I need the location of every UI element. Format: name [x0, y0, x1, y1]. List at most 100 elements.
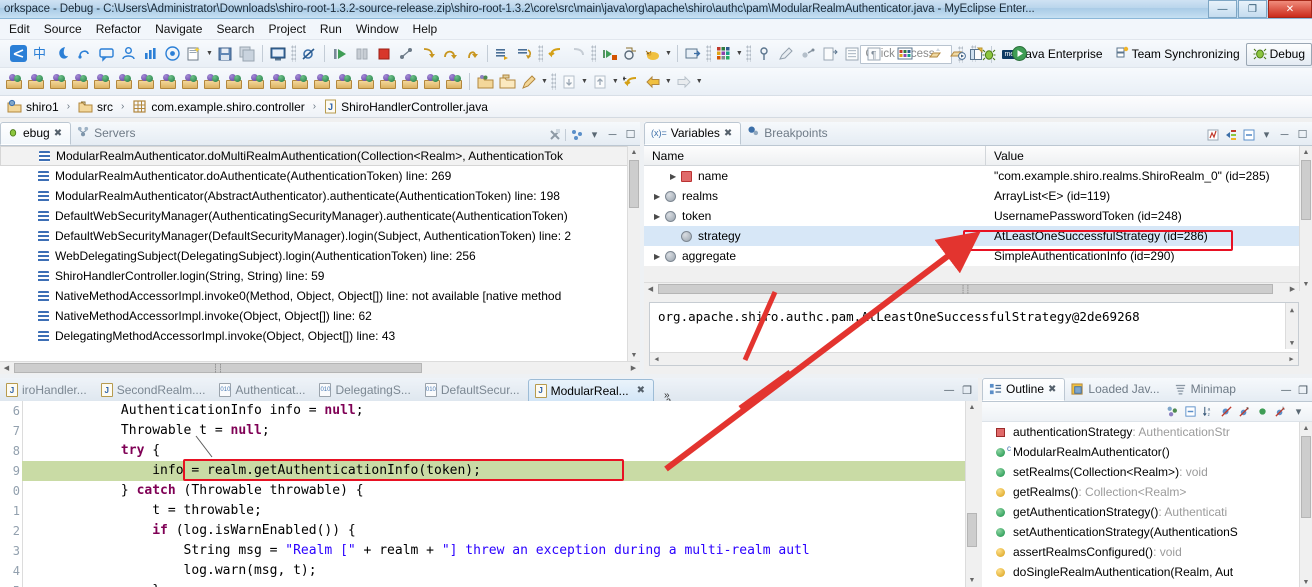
outline-item[interactable]: setAuthenticationStrategy(Authentication… — [982, 522, 1312, 542]
bean-icon[interactable] — [334, 72, 354, 92]
scroll-down-arrow[interactable]: ▼ — [1300, 576, 1312, 587]
collapse-icon[interactable] — [1241, 127, 1256, 142]
column-header-value[interactable]: Value — [986, 149, 1024, 163]
bean-icon[interactable] — [48, 72, 68, 92]
minimize-icon[interactable]: ─ — [605, 127, 620, 142]
chevron-down-icon[interactable]: ▼ — [581, 78, 588, 85]
chat-icon[interactable] — [96, 44, 116, 64]
minimize-icon[interactable]: ─ — [1277, 127, 1292, 142]
stack-frames-list[interactable]: ModularRealmAuthenticator.doMultiRealmAu… — [0, 146, 640, 362]
paragraph-icon[interactable]: ¶ — [864, 44, 884, 64]
link-icon[interactable] — [798, 44, 818, 64]
variables-vertical-scrollbar[interactable]: ▲ ▼ — [1299, 146, 1312, 291]
stack-frame-row[interactable]: ModularRealmAuthenticator.doAuthenticate… — [0, 166, 640, 186]
expand-arrow-icon[interactable]: ▶ — [670, 172, 681, 181]
outline-tab-minimap[interactable]: Minimap — [1168, 378, 1244, 401]
editor-tab-3[interactable]: 010 DelegatingS... — [313, 379, 418, 401]
chevron-down-icon[interactable]: ▼ — [696, 78, 703, 85]
view-menu-icon[interactable]: ▾ — [587, 127, 602, 142]
outline-item[interactable]: getAuthenticationStrategy() : Authentica… — [982, 502, 1312, 522]
disconnect-icon[interactable] — [396, 44, 416, 64]
variables-horizontal-scrollbar[interactable]: ◀ ┊┊ ▶ — [644, 282, 1299, 295]
skip-breakpoints-icon[interactable] — [299, 44, 319, 64]
outline-tab-loaded-jav---[interactable]: Loaded Jav... — [1065, 378, 1167, 401]
bean-icon[interactable] — [202, 72, 222, 92]
bean-icon[interactable] — [136, 72, 156, 92]
code-line[interactable]: 3 String msg = "Realm [" + realm + "] th… — [0, 541, 978, 561]
tab-breakpoints[interactable]: Breakpoints — [741, 122, 835, 145]
variable-row[interactable]: ▶ name "com.example.shiro.realms.ShiroReal… — [644, 166, 1312, 186]
step-over-icon[interactable] — [440, 44, 460, 64]
run-last-icon[interactable] — [599, 44, 619, 64]
brush-icon[interactable] — [519, 72, 539, 92]
bean-icon[interactable] — [422, 72, 442, 92]
stack-frame-row[interactable]: WebDelegatingSubject(DelegatingSubject).… — [0, 246, 640, 266]
close-icon[interactable]: ✖ — [724, 128, 732, 139]
editor-vertical-scrollbar[interactable]: ▲ ▼ — [965, 401, 978, 587]
outline-item[interactable]: c ModularRealmAuthenticator() — [982, 442, 1312, 462]
menu-item-search[interactable]: Search — [209, 20, 261, 38]
stack-frame-row[interactable]: DefaultWebSecurityManager(Authenticating… — [0, 206, 640, 226]
outline-item[interactable]: getRealms() : Collection<Realm> — [982, 482, 1312, 502]
thread-filter-icon[interactable] — [569, 127, 584, 142]
new-folder-icon[interactable] — [475, 72, 495, 92]
outline-tab-outline[interactable]: Outline ✖ — [982, 378, 1066, 401]
chevron-down-icon[interactable]: ▼ — [612, 78, 619, 85]
code-line[interactable]: 9 info = realm.getAuthenticationInfo(tok… — [0, 461, 978, 481]
toolbar-drag-handle[interactable] — [705, 45, 711, 62]
import-icon[interactable] — [559, 72, 579, 92]
forward-grey-icon[interactable] — [674, 72, 694, 92]
hide-fields-icon[interactable] — [1219, 404, 1234, 419]
bean-icon[interactable] — [114, 72, 134, 92]
close-icon[interactable]: ✖ — [637, 385, 645, 396]
scroll-down-arrow[interactable]: ▼ — [1300, 278, 1312, 291]
toggle-mark-icon[interactable] — [683, 44, 703, 64]
menu-item-navigate[interactable]: Navigate — [148, 20, 209, 38]
chevron-down-icon[interactable]: ▼ — [665, 78, 672, 85]
scroll-left-arrow[interactable]: ◀ — [650, 353, 663, 365]
chevron-down-icon[interactable]: ▼ — [206, 50, 213, 57]
terminate-icon[interactable] — [374, 44, 394, 64]
stack-frame-row[interactable]: DelegatingMethodAccessorImpl.invoke(Obje… — [0, 326, 640, 346]
bean-icon[interactable] — [356, 72, 376, 92]
view-menu-icon[interactable]: ▾ — [1259, 127, 1274, 142]
bean-icon[interactable] — [290, 72, 310, 92]
code-line[interactable]: 4 log.warn(msg, t); — [0, 561, 978, 581]
scroll-thumb[interactable]: ┊┊ — [658, 284, 1273, 294]
save-icon[interactable] — [215, 44, 235, 64]
menu-item-edit[interactable]: Edit — [2, 20, 37, 38]
expand-arrow-icon[interactable]: ▶ — [654, 212, 665, 221]
bean-icon[interactable] — [70, 72, 90, 92]
hide-nonpublic-icon[interactable] — [1255, 404, 1270, 419]
scroll-thumb[interactable] — [967, 513, 977, 547]
code-line[interactable]: 1 t = throwable; — [0, 501, 978, 521]
editor-tab-1[interactable]: J SecondRealm.... — [95, 379, 214, 401]
outline-item[interactable]: setRealms(Collection<Realm>) : void — [982, 462, 1312, 482]
perspective-debug[interactable]: Debug — [1245, 42, 1312, 66]
stack-frame-row[interactable]: NativeMethodAccessorImpl.invoke0(Method,… — [0, 286, 640, 306]
prev-edit-icon[interactable] — [621, 72, 641, 92]
console-icon[interactable] — [268, 44, 288, 64]
outline-item[interactable]: authenticationStrategy : AuthenticationS… — [982, 422, 1312, 442]
back-icon[interactable] — [546, 44, 566, 64]
editor-tab-overflow[interactable]: »3 — [664, 390, 671, 407]
outline-items-list[interactable]: authenticationStrategy : AuthenticationS… — [982, 422, 1312, 587]
scroll-down-arrow[interactable]: ▼ — [1286, 336, 1298, 349]
deploy-run-icon[interactable] — [948, 44, 968, 64]
collapse-all-icon[interactable] — [1183, 404, 1198, 419]
maximize-icon[interactable]: ☐ — [623, 127, 638, 142]
expand-arrow-icon[interactable]: ▶ — [654, 252, 665, 261]
chevron-down-icon[interactable]: ▼ — [736, 50, 743, 57]
save-all-icon[interactable] — [237, 44, 257, 64]
sync-icon[interactable] — [74, 44, 94, 64]
stack-frame-row[interactable]: ShiroHandlerController.login(String, Str… — [0, 266, 640, 286]
tab-debug[interactable]: ebug ✖ — [0, 122, 72, 145]
export2-icon[interactable] — [590, 72, 610, 92]
sort-az-icon[interactable]: az — [1201, 404, 1216, 419]
outline-minimize-icon[interactable]: — — [1281, 385, 1291, 396]
scroll-thumb[interactable] — [1301, 436, 1311, 518]
debug-horizontal-scrollbar[interactable]: ◀ ┊┊ ▶ — [0, 361, 640, 374]
hide-static-icon[interactable]: s — [1237, 404, 1252, 419]
deploy-icon[interactable] — [926, 44, 946, 64]
debug-vertical-scrollbar[interactable]: ▲ ▼ — [627, 146, 640, 362]
